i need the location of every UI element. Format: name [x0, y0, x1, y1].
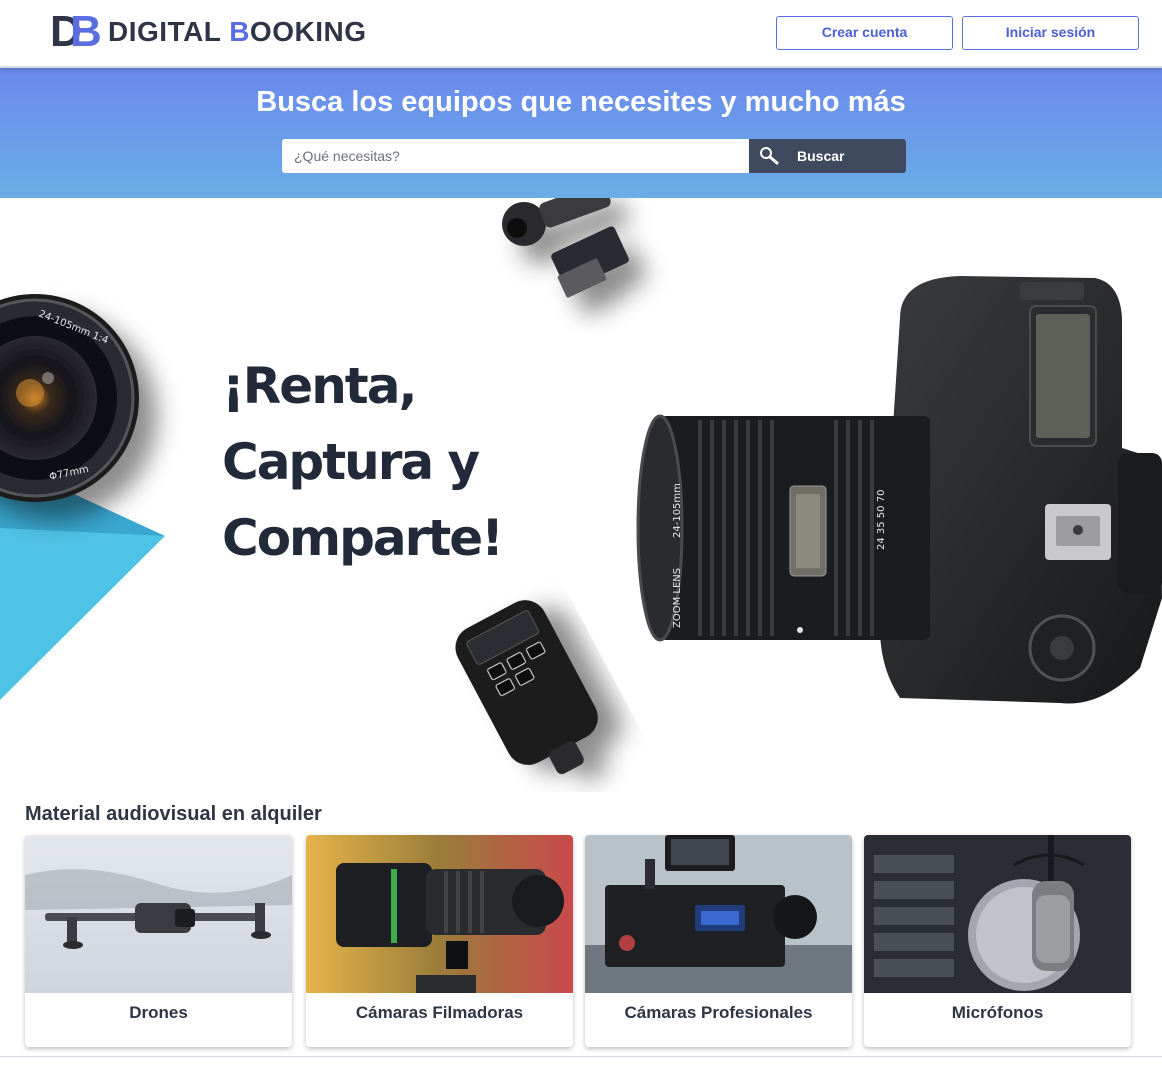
- lens-image: 24-105mm 1:4 Φ77mm: [0, 294, 139, 502]
- categories-title: Material audiovisual en alquiler: [25, 803, 322, 825]
- login-button[interactable]: Iniciar sesión: [962, 16, 1139, 50]
- svg-text:24 35 50 70: 24 35 50 70: [876, 490, 887, 550]
- category-label: Cámaras Profesionales: [624, 1003, 813, 1022]
- search-icon: [755, 139, 783, 173]
- hero-banner: 24-105mm 1:4 Φ77mm 24 35 50 70 24-105mm …: [0, 198, 1162, 792]
- dslr-camera-image: 24 35 50 70 24-105mm ZOOM LENS: [636, 276, 1162, 704]
- hero-line-2: Captura y: [222, 433, 480, 491]
- category-label: Micrófonos: [951, 1003, 1044, 1022]
- category-label: Drones: [129, 1003, 188, 1022]
- mount-clamp-image: [502, 198, 629, 298]
- hero-line-1: ¡Renta,: [222, 357, 417, 415]
- category-card-video-cameras[interactable]: Cámaras Filmadoras: [306, 835, 573, 1047]
- svg-text:24-105mm: 24-105mm: [672, 483, 683, 538]
- db-logo-icon: DB: [50, 7, 102, 56]
- category-card-microphones[interactable]: Micrófonos: [864, 835, 1131, 1047]
- remote-trigger-image: [455, 600, 598, 775]
- hero-headline: ¡Renta, Captura y Comparte!: [222, 348, 504, 576]
- video-camera-image: [306, 835, 573, 993]
- svg-text:ZOOM LENS: ZOOM LENS: [672, 568, 683, 628]
- hero-line-3: Comparte!: [222, 509, 504, 567]
- search-section: Busca los equipos que necesites y mucho …: [0, 68, 1162, 198]
- category-label: Cámaras Filmadoras: [355, 1003, 524, 1022]
- top-header: DB DIGITAL BOOKING Crear cuenta Iniciar …: [0, 0, 1162, 68]
- brand-name: DIGITAL BOOKING: [108, 16, 367, 47]
- hero-illustration: 24-105mm 1:4 Φ77mm 24 35 50 70 24-105mm …: [0, 198, 1162, 775]
- drone-image: [25, 835, 292, 993]
- search-button-label: Buscar: [797, 148, 845, 164]
- search-input[interactable]: [282, 139, 749, 173]
- pro-camera-image: [585, 835, 852, 993]
- search-button[interactable]: Buscar: [749, 139, 906, 173]
- category-card-pro-cameras[interactable]: Cámaras Profesionales: [585, 835, 852, 1047]
- footer-divider: [0, 1056, 1162, 1057]
- microphone-image: [864, 835, 1131, 993]
- brand-logo[interactable]: DB DIGITAL BOOKING: [50, 10, 366, 54]
- search-title: Busca los equipos que necesites y mucho …: [256, 86, 906, 118]
- create-account-button[interactable]: Crear cuenta: [776, 16, 953, 50]
- category-card-drones[interactable]: Drones: [25, 835, 292, 1047]
